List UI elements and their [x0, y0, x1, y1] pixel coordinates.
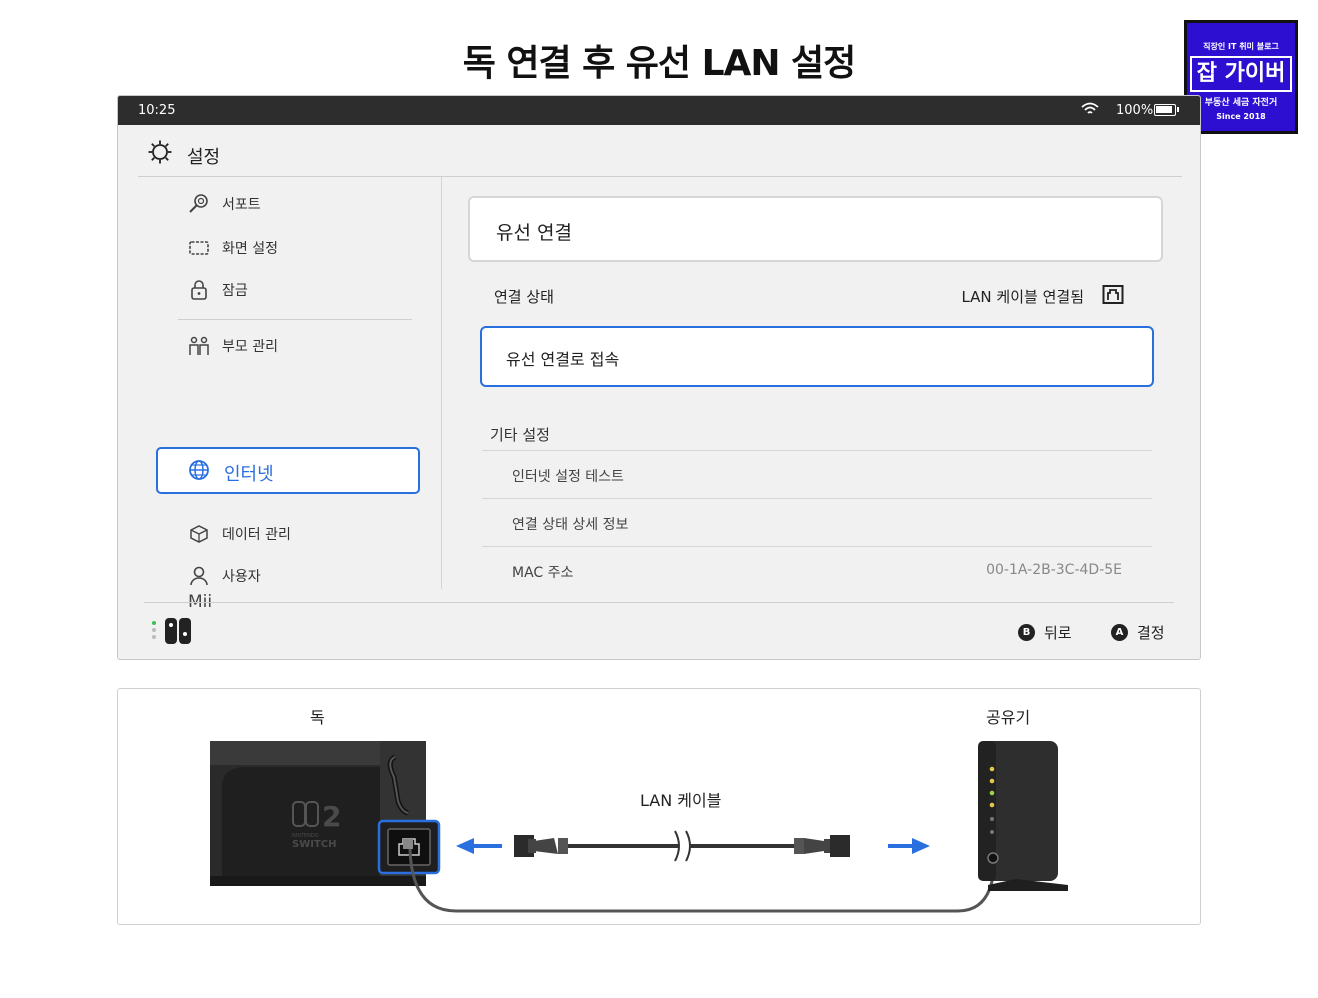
controller-icon [150, 616, 196, 650]
settings-title: 설정 [187, 147, 221, 168]
box-icon [188, 523, 210, 545]
sidebar-item-label: 사용자 [222, 569, 261, 585]
sidebar-item-internet[interactable]: 인터넷 [156, 447, 420, 494]
list-item[interactable]: 인터넷 설정 테스트 [482, 451, 1152, 499]
back-label: 뒤로 [1044, 624, 1072, 642]
dock-brand: SWITCH [292, 839, 336, 850]
family-icon [188, 335, 210, 357]
lan-port-icon [1102, 284, 1124, 310]
wired-connection-card: 유선 연결 [468, 196, 1163, 262]
user-icon [188, 565, 210, 587]
sidebar-item-label: 화면 설정 [222, 241, 278, 257]
list-item-label: 인터넷 설정 테스트 [512, 469, 624, 485]
mac-address-value: 00-1A-2B-3C-4D-5E [986, 562, 1122, 578]
connection-status-row: 연결 상태 LAN 케이블 연결됨 [494, 284, 1124, 310]
gear-icon [148, 140, 172, 168]
sidebar-item-label: 인터넷 [224, 464, 274, 485]
sidebar-item-lock[interactable]: 잠금 [188, 276, 248, 304]
sidebar-divider [178, 319, 412, 320]
other-settings-title: 기타 설정 [490, 426, 550, 444]
back-button[interactable]: B 뒤로 [1018, 622, 1072, 643]
confirm-label: 결정 [1137, 624, 1165, 642]
list-item[interactable]: 연결 상태 상세 정보 [482, 499, 1152, 547]
clock: 10:25 [138, 103, 176, 118]
brand-badge: 직장인 IT 취미 블로그 잡 가이버 부동산 세금 자전거 Since 201… [1184, 20, 1298, 134]
sidebar-item-data[interactable]: 데이터 관리 [188, 520, 291, 548]
settings-footer: B 뒤로 A 결정 [144, 602, 1174, 659]
list-item-label: MAC 주소 [512, 565, 574, 581]
a-button-icon: A [1111, 624, 1128, 641]
sidebar-item-support[interactable]: 서포트 [188, 190, 261, 218]
wired-connection-title: 유선 연결 [496, 222, 572, 244]
settings-header: 설정 [138, 126, 1182, 177]
lock-icon [188, 279, 210, 301]
other-settings-list: 인터넷 설정 테스트 연결 상태 상세 정보 MAC 주소 00-1A-2B-3… [482, 450, 1152, 595]
connect-wired-label: 유선 연결로 접속 [506, 350, 620, 369]
page-title: 독 연결 후 유선 LAN 설정 [462, 43, 857, 84]
dock-illustration: 2 NINTENDO SWITCH [210, 741, 441, 886]
b-button-icon: B [1018, 624, 1035, 641]
sidebar-item-user[interactable]: 사용자 [188, 562, 261, 590]
sidebar-item-label: 부모 관리 [222, 339, 278, 355]
confirm-button[interactable]: A 결정 [1111, 622, 1165, 643]
connection-status-label: 연결 상태 [494, 288, 554, 306]
screen-icon [188, 237, 210, 259]
wifi-icon [1080, 101, 1100, 121]
diagram-illustration: 2 NINTENDO SWITCH [210, 741, 1068, 913]
sidebar-item-label: 잠금 [222, 283, 248, 299]
dock-logo: 2 [322, 800, 341, 833]
list-item[interactable]: MAC 주소 00-1A-2B-3C-4D-5E [482, 547, 1152, 595]
lan-cable-illustration [514, 830, 850, 862]
badge-logo: 잡 가이버 [1190, 56, 1292, 92]
battery-icon [1154, 104, 1179, 116]
connection-diagram: 독 공유기 LAN 케이블 2 NINTENDO SWITCH [117, 688, 1201, 925]
router-illustration [978, 741, 1068, 891]
sidebar-item-label: 데이터 관리 [222, 527, 291, 543]
globe-icon [188, 459, 210, 485]
badge-tagline: 직장인 IT 취미 블로그 [1203, 42, 1279, 51]
sidebar-item-parental[interactable]: 부모 관리 [188, 332, 278, 360]
connect-wired-button[interactable]: 유선 연결로 접속 [480, 326, 1154, 387]
battery-percent: 100% [1116, 103, 1154, 118]
list-item-label: 연결 상태 상세 정보 [512, 517, 629, 533]
status-bar: 10:25 100% [118, 96, 1200, 125]
sidebar-item-display[interactable]: 화면 설정 [188, 234, 278, 262]
magnifier-icon [188, 193, 210, 215]
sidebar-item-label: 서포트 [222, 197, 261, 213]
badge-topics: 부동산 세금 자전거 [1204, 98, 1278, 108]
settings-screen: 10:25 100% 설정 서포트 화면 설정 잠금 부모 관리 인터넷 데이터… [117, 95, 1201, 660]
badge-since: Since 2018 [1216, 112, 1266, 121]
settings-sidebar: 서포트 화면 설정 잠금 부모 관리 인터넷 데이터 관리 사용자 Mii [118, 177, 442, 612]
connection-status-value: LAN 케이블 연결됨 [961, 288, 1084, 306]
